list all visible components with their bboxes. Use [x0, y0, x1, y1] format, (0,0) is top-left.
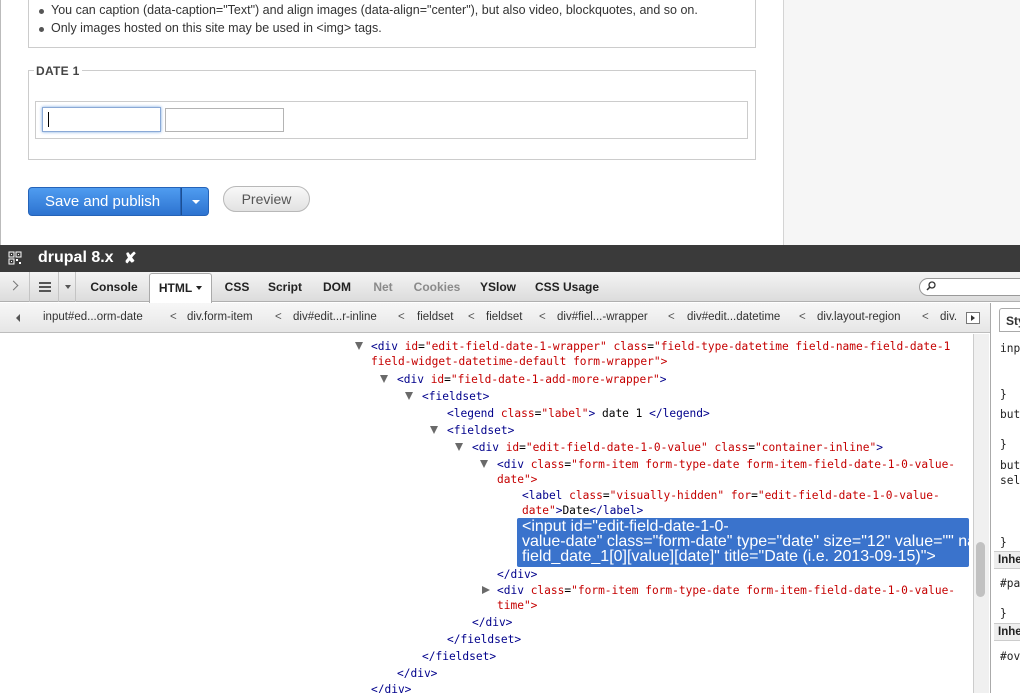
tab-cookies[interactable]: Cookies [410, 272, 464, 302]
style-rule-line: but [1000, 408, 1020, 421]
inspect-element-icon[interactable] [0, 272, 30, 302]
tab-script[interactable]: Script [264, 272, 306, 302]
breadcrumb-scroll-right-icon[interactable] [966, 312, 980, 324]
style-rule-line: } [1000, 388, 1007, 401]
style-rule-line: sel [1000, 474, 1020, 487]
expand-toggle-icon[interactable] [355, 342, 363, 350]
chevron-down-icon[interactable] [196, 286, 202, 290]
tip-caption-align: You can caption (data-caption="Text") an… [39, 3, 698, 17]
html-panel-scrollbar[interactable] [973, 334, 989, 693]
time-input[interactable] [165, 108, 284, 132]
html-panel-scroll-thumb[interactable] [976, 542, 985, 597]
html-node-line[interactable]: </fieldset> [447, 632, 521, 647]
breadcrumb-separator: < [398, 311, 405, 323]
breadcrumb-separator: < [539, 311, 546, 323]
html-node-line[interactable]: <div id="edit-field-date-1-0-value" clas… [472, 440, 883, 455]
inherited-heading: Inhe [994, 551, 1020, 569]
tab-style[interactable]: Style [999, 308, 1020, 332]
expand-toggle-icon[interactable] [480, 460, 488, 468]
tab-yslow[interactable]: YSlow [476, 272, 520, 302]
html-node-line[interactable]: date">Date</label> [522, 503, 643, 518]
html-node-line[interactable]: field-widget-datetime-default form-wrapp… [371, 354, 667, 369]
date-input[interactable] [42, 107, 161, 132]
inherited-heading: Inhe [994, 623, 1020, 641]
close-icon[interactable]: ✘ [124, 249, 137, 267]
breadcrumb-separator: < [170, 311, 177, 323]
expand-toggle-icon[interactable] [430, 426, 438, 434]
style-rule-line: inp [1000, 342, 1020, 355]
page-left-border [0, 0, 1, 245]
html-node-line[interactable]: date"> [497, 472, 537, 487]
selected-node-line: field_date_1[0][value][date]" title="Dat… [522, 548, 936, 565]
html-node-line[interactable]: <fieldset> [422, 389, 489, 404]
breadcrumb-separator: < [922, 311, 929, 323]
html-node-line[interactable]: <div id="edit-field-date-1-wrapper" clas… [371, 339, 950, 354]
breadcrumb-item[interactable]: div#edit...r-inline [293, 311, 377, 323]
tip-images-hosted: Only images hosted on this site may be u… [39, 21, 382, 35]
html-node-line[interactable]: <fieldset> [447, 423, 514, 438]
expand-toggle-icon[interactable] [455, 443, 463, 451]
expand-toggle-icon[interactable] [380, 375, 388, 383]
breadcrumb-item[interactable]: div#edit...datetime [687, 311, 780, 323]
html-node-line[interactable]: </div> [371, 682, 411, 693]
html-node-line[interactable]: </div> [397, 666, 437, 681]
tab-dom[interactable]: DOM [318, 272, 356, 302]
firebug-title-bar: drupal 8.x ✘ [0, 245, 1020, 272]
save-options-dropdown-button[interactable] [181, 187, 209, 216]
breadcrumb-separator: < [468, 311, 475, 323]
breadcrumb-item[interactable]: fieldset [417, 311, 453, 323]
html-node-line[interactable]: <div id="field-date-1-add-more-wrapper"> [397, 372, 666, 387]
html-node-line[interactable]: </div> [472, 615, 512, 630]
selected-html-node[interactable]: <input id="edit-field-date-1-0- value-da… [517, 518, 1013, 567]
selected-node-line: <input id="edit-field-date-1-0- [522, 518, 729, 535]
breadcrumb-item[interactable]: input#ed...orm-date [43, 311, 143, 323]
breadcrumb-separator: < [799, 311, 806, 323]
text-cursor [48, 112, 49, 127]
style-rule-line: } [1000, 438, 1007, 451]
style-rule-line: } [1000, 607, 1007, 620]
html-node-line[interactable]: <div class="form-item form-type-date for… [497, 583, 955, 598]
tab-css[interactable]: CSS [222, 272, 252, 302]
preview-button[interactable]: Preview [223, 186, 310, 212]
breadcrumb-item[interactable]: div#fiel...-wrapper [557, 311, 648, 323]
html-node-line[interactable]: <div class="form-item form-type-date for… [497, 457, 955, 472]
breadcrumb: input#ed...orm-date < div.form-item < di… [0, 303, 990, 333]
save-and-publish-button[interactable]: Save and publish [28, 187, 181, 216]
firebug-toolbar: Console HTML CSS Script DOM Net Cookies … [0, 272, 1020, 303]
firebug-menu-icon[interactable] [31, 272, 59, 302]
date-fieldset-legend: DATE 1 [34, 64, 82, 78]
selected-node-line: value-date" class="form-date" type="date… [522, 533, 1014, 550]
tab-html[interactable]: HTML [149, 273, 212, 303]
search-icon [926, 281, 936, 291]
tab-console[interactable]: Console [84, 272, 144, 302]
right-sidebar-region [783, 0, 1020, 245]
firebug-page-title: drupal 8.x [38, 249, 114, 266]
html-node-line[interactable]: time"> [497, 598, 537, 613]
tab-html-label: HTML [158, 281, 193, 295]
expand-toggle-icon[interactable] [482, 586, 490, 594]
breadcrumb-item[interactable]: div.layout-region [817, 311, 901, 323]
breadcrumb-separator: < [668, 311, 675, 323]
tab-css-usage[interactable]: CSS Usage [532, 272, 602, 302]
html-tree-lower: </div> <div class="form-item form-type-d… [0, 567, 973, 693]
breadcrumb-item[interactable]: div.form-item [187, 311, 253, 323]
html-node-line[interactable]: <label class="visually-hidden" for="edit… [522, 488, 940, 503]
html-node-line[interactable]: </fieldset> [422, 649, 496, 664]
text-format-tips: You can caption (data-caption="Text") an… [28, 0, 756, 48]
html-node-line[interactable]: </div> [497, 567, 537, 582]
style-rule-line: #ov [1000, 650, 1020, 663]
breadcrumb-item[interactable]: fieldset [486, 311, 522, 323]
style-rule-line: but [1000, 459, 1020, 472]
breadcrumb-separator: < [275, 311, 282, 323]
breadcrumb-item[interactable]: div. [940, 311, 957, 323]
firebug-logo-icon [8, 251, 22, 265]
html-node-line[interactable]: <legend class="label"> date 1 </legend> [447, 406, 710, 421]
style-rule-line: } [1000, 536, 1007, 549]
menu-dropdown-arrow-icon[interactable] [60, 272, 76, 302]
tab-net[interactable]: Net [368, 272, 398, 302]
expand-toggle-icon[interactable] [405, 392, 413, 400]
breadcrumb-scroll-left-icon[interactable] [16, 314, 20, 322]
style-rule-line: #pa [1000, 577, 1020, 590]
